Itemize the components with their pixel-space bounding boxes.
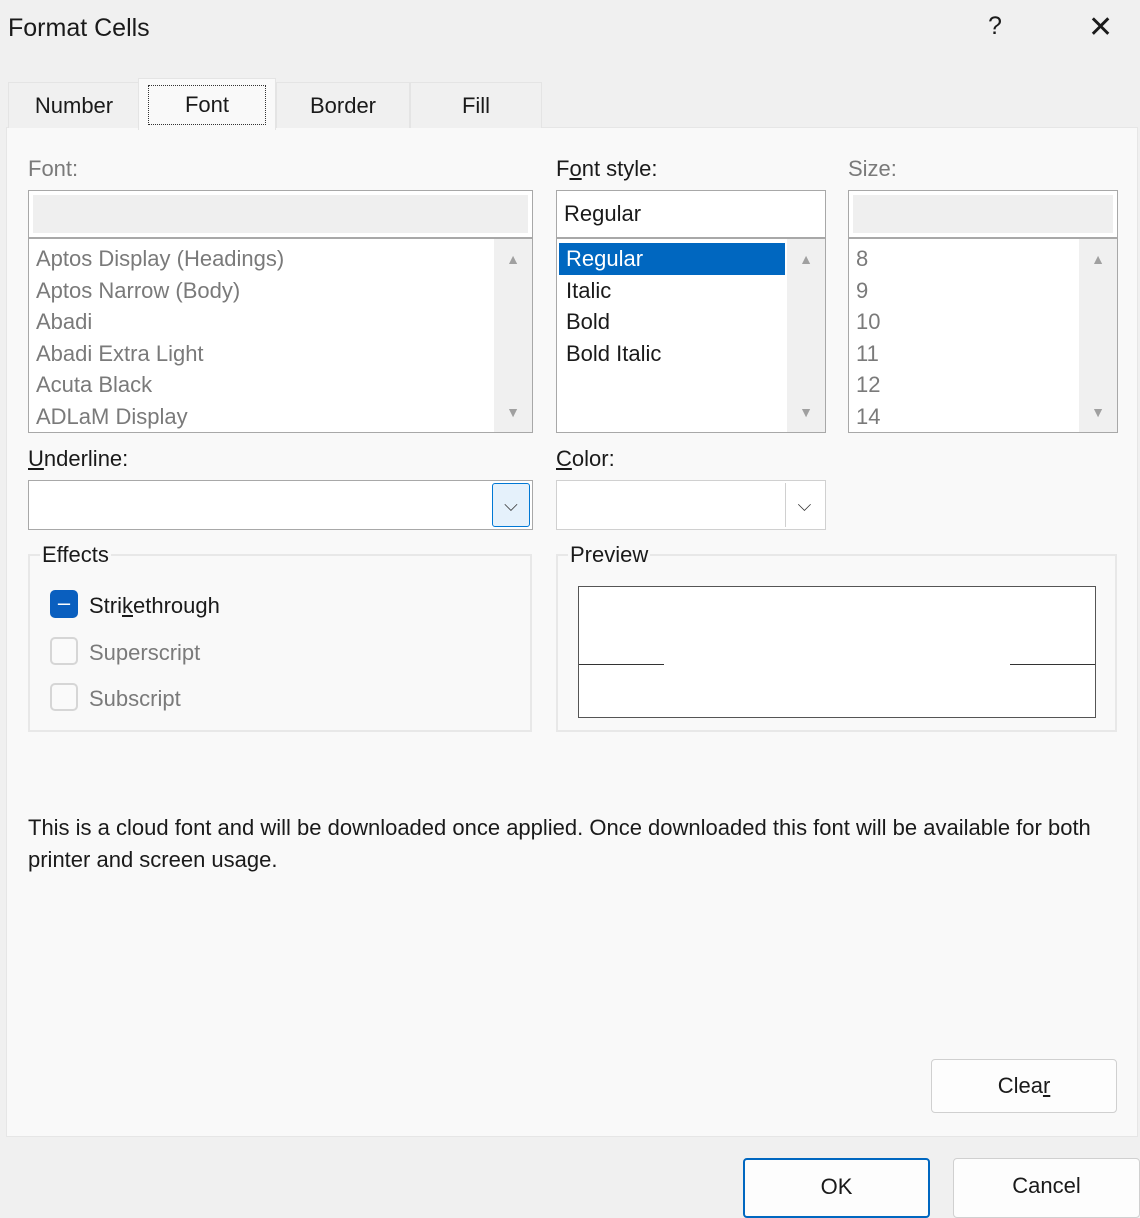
tab-fill[interactable]: Fill [410,82,542,128]
clear-button[interactable]: Clea r [931,1059,1117,1113]
tab-label: Font [147,84,267,125]
size-item[interactable]: 11 [849,338,1117,370]
font-item[interactable]: Abadi Extra Light [29,338,532,370]
label-part: nt style: [581,156,658,181]
strikethrough-checkbox[interactable]: – [50,590,78,618]
label-part: o [569,156,582,181]
font-input-field [33,195,528,233]
font-style-label: Font style: [556,156,658,182]
dialog-title: Format Cells [8,14,150,42]
size-item[interactable]: 14 [849,401,1117,433]
label-part: ethrough [133,593,220,618]
style-scrollbar[interactable]: ▲ ▼ [787,239,825,432]
cloud-font-info: This is a cloud font and will be downloa… [28,815,1091,872]
font-scrollbar[interactable]: ▲ ▼ [494,239,532,432]
scroll-down-icon[interactable]: ▼ [787,404,825,420]
preview-label: Preview [568,542,651,568]
ok-button[interactable]: OK [743,1158,930,1218]
font-style-list[interactable]: Regular Italic Bold Bold Italic ▲ ▼ [556,238,826,433]
preview-line-left [579,664,664,665]
preview-line-right [1010,664,1095,665]
chevron-down-icon[interactable]: ⌵ [492,483,530,527]
tab-label: Fill [461,92,491,118]
label-part: olor: [571,446,615,471]
font-item[interactable]: ADLaM Display [29,401,532,433]
style-item-selected[interactable]: Regular [559,243,785,275]
size-item[interactable]: 9 [849,275,1117,307]
size-label: Size: [848,156,897,181]
superscript-checkbox[interactable] [50,637,78,665]
superscript-label[interactable]: Superscript [89,640,200,666]
size-item[interactable]: 12 [849,369,1117,401]
scroll-up-icon[interactable]: ▲ [1079,251,1117,267]
help-button[interactable]: ? [988,12,1002,41]
font-item[interactable]: Acuta Black [29,369,532,401]
color-label: Color: [556,446,615,472]
preview-box [578,586,1096,718]
scroll-up-icon[interactable]: ▲ [494,251,532,267]
strikethrough-label[interactable]: Strikethrough [89,593,220,619]
size-input[interactable] [848,190,1118,238]
font-style-input[interactable]: Regular [556,190,826,238]
label-part: r [1042,1073,1051,1098]
size-item[interactable]: 8 [849,243,1117,275]
font-label: Font: [28,156,79,181]
size-list[interactable]: 8 9 10 11 12 14 ▲ ▼ [848,238,1118,433]
scroll-down-icon[interactable]: ▼ [1079,404,1117,420]
tab-font[interactable]: Font [138,78,276,130]
font-input[interactable] [28,190,533,238]
tab-border[interactable]: Border [276,82,410,128]
font-list[interactable]: Aptos Display (Headings) Aptos Narrow (B… [28,238,533,433]
close-icon[interactable]: ✕ [1088,10,1113,45]
label-part: U [28,446,44,471]
font-item[interactable]: Aptos Display (Headings) [29,243,532,275]
label-part: Stri [89,593,122,618]
tab-label: Border [309,92,377,118]
font-item[interactable]: Aptos Narrow (Body) [29,275,532,307]
subscript-label[interactable]: Subscript [89,686,181,712]
scroll-down-icon[interactable]: ▼ [494,404,532,420]
size-scrollbar[interactable]: ▲ ▼ [1079,239,1117,432]
size-item[interactable]: 10 [849,306,1117,338]
scroll-up-icon[interactable]: ▲ [787,251,825,267]
label-part: k [122,593,133,618]
tab-number[interactable]: Number [8,82,140,128]
label-part: Clea [997,1073,1043,1098]
tab-label: Number [34,92,114,118]
chevron-down-icon[interactable]: ⌵ [785,483,823,527]
color-picker[interactable]: ⌵ [556,480,826,530]
style-item[interactable]: Bold [559,306,825,338]
label-part: nderline: [43,446,129,471]
size-input-field [853,195,1113,233]
cancel-button[interactable]: Cancel [953,1158,1140,1218]
style-item[interactable]: Bold Italic [559,338,825,370]
underline-label: Underline: [28,446,128,472]
label-part: F [556,156,570,181]
effects-label: Effects [40,542,111,568]
style-item[interactable]: Italic [559,275,825,307]
font-item[interactable]: Abadi [29,306,532,338]
subscript-checkbox[interactable] [50,683,78,711]
label-part: C [556,446,572,471]
underline-select[interactable]: ⌵ [28,480,533,530]
